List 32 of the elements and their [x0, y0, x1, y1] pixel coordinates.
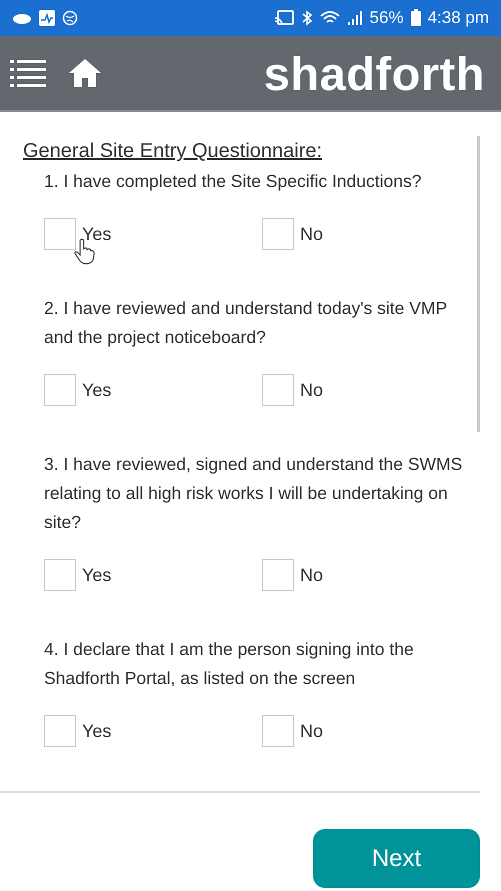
- checkbox[interactable]: [262, 374, 294, 406]
- checkbox[interactable]: [44, 218, 76, 250]
- option-label: Yes: [82, 564, 112, 586]
- option-label: No: [300, 380, 324, 401]
- logo: shadforth: [264, 46, 485, 101]
- cast-icon: [274, 10, 294, 26]
- question-text: 2. I have reviewed and understand today's site VMP and the project noticeboard?: [44, 297, 448, 350]
- checkbox[interactable]: [44, 715, 76, 748]
- checkbox[interactable]: [262, 715, 294, 748]
- checkbox[interactable]: [262, 559, 294, 592]
- option-label: No: [300, 224, 324, 245]
- option-label: Yes: [82, 720, 112, 742]
- menu-icon[interactable]: [10, 59, 46, 88]
- next-button[interactable]: Next: [313, 829, 480, 888]
- chart-icon: [39, 10, 55, 26]
- form-title: General Site Entry Questionnaire:: [23, 140, 324, 164]
- checkbox[interactable]: [44, 559, 76, 592]
- question-text: 3. I have reviewed, signed and understand the SWMS relating to all high risk works I will be undertaking on site?: [44, 453, 464, 534]
- option-label: No: [300, 720, 324, 742]
- battery-percent: 56%: [370, 8, 404, 28]
- question-text: 1. I have completed the Site Specific Inductions?: [44, 170, 422, 194]
- checkbox[interactable]: [44, 374, 76, 406]
- clock: 4:38 pm: [428, 8, 489, 28]
- option-label: No: [300, 564, 324, 586]
- bluetooth-icon: [300, 10, 313, 26]
- home-icon[interactable]: [68, 58, 102, 88]
- battery-icon: [410, 9, 421, 26]
- option-label: Yes: [82, 380, 112, 401]
- option-label: Yes: [82, 224, 112, 245]
- signal-icon: [346, 10, 363, 26]
- checkbox[interactable]: [262, 218, 294, 250]
- question-text: 4. I declare that I am the person signing into the Shadforth Portal, as listed on the screen: [44, 638, 415, 690]
